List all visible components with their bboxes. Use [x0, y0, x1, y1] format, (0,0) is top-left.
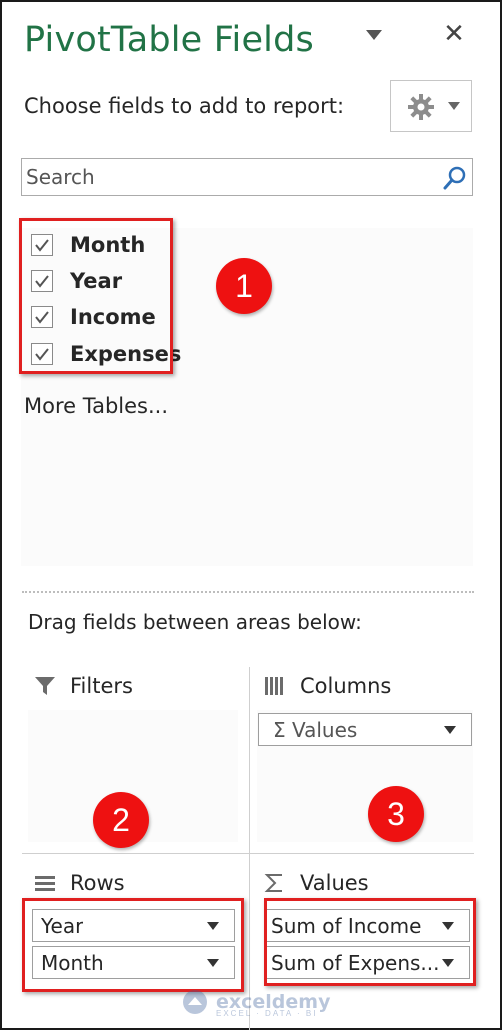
close-icon[interactable]: ✕: [440, 20, 468, 48]
columns-area-title: Columns: [264, 671, 391, 701]
rows-label: Rows: [70, 871, 125, 895]
field-label: Year: [70, 269, 123, 293]
field-label: Month: [70, 233, 146, 257]
chevron-down-icon[interactable]: [206, 958, 220, 968]
field-label: Expenses: [70, 342, 182, 366]
rows-icon: [35, 876, 55, 891]
columns-values-pill[interactable]: Σ Values: [258, 713, 472, 746]
columns-icon: [265, 677, 283, 695]
values-area-title: Values: [264, 868, 369, 898]
pill-label: Month: [41, 951, 104, 975]
chevron-down-icon[interactable]: [441, 958, 455, 968]
field-item-income[interactable]: Income: [31, 302, 156, 332]
field-label: Income: [70, 305, 156, 329]
chevron-down-icon[interactable]: [443, 725, 457, 735]
values-pill-sum-of-income[interactable]: Sum of Income: [264, 909, 470, 942]
pill-label: Σ Values: [273, 718, 358, 742]
gear-icon: [408, 94, 434, 120]
exceldemy-logo-icon: [183, 990, 207, 1014]
checkmark-icon: [35, 311, 49, 324]
values-pill-sum-of-expenses[interactable]: Sum of Expens...: [264, 946, 470, 979]
pill-label: Sum of Income: [271, 914, 422, 938]
field-item-month[interactable]: Month: [31, 230, 145, 260]
pill-label: Year: [41, 914, 84, 938]
more-tables-link[interactable]: More Tables...: [24, 394, 168, 418]
choose-fields-label: Choose fields to add to report:: [24, 94, 345, 118]
filters-label: Filters: [70, 674, 133, 698]
search-field-container: [21, 158, 473, 196]
rows-pill-year[interactable]: Year: [32, 909, 235, 942]
step-badge-2: 2: [93, 792, 149, 848]
step-badge-3: 3: [368, 786, 424, 842]
drag-fields-label: Drag fields between areas below:: [28, 610, 362, 634]
filter-icon: [35, 677, 55, 695]
field-item-year[interactable]: Year: [31, 266, 122, 296]
exceldemy-watermark: exceldemy EXCEL · DATA · BI: [180, 987, 330, 1018]
rows-pill-month[interactable]: Month: [32, 946, 235, 979]
sigma-icon: [264, 874, 282, 892]
field-item-expenses[interactable]: Expenses: [31, 339, 181, 369]
checkmark-icon: [35, 348, 49, 361]
checkmark-icon: [35, 275, 49, 288]
watermark-tagline: EXCEL · DATA · BI: [216, 1009, 318, 1018]
areas-horizontal-divider: [22, 853, 474, 854]
field-checkbox-expenses[interactable]: [31, 343, 53, 365]
values-label: Values: [300, 871, 369, 895]
chevron-down-icon[interactable]: [441, 921, 455, 931]
columns-label: Columns: [300, 674, 392, 698]
section-divider: [22, 591, 474, 593]
chevron-down-icon[interactable]: [206, 921, 220, 931]
field-checkbox-income[interactable]: [31, 306, 53, 328]
areas-vertical-divider: [249, 667, 250, 1030]
pivot-table-fields-pane: PivotTable Fields ✕ Choose fields to add…: [0, 0, 502, 1030]
pane-title: PivotTable Fields: [24, 20, 314, 60]
field-checkbox-month[interactable]: [31, 234, 53, 256]
field-checkbox-year[interactable]: [31, 270, 53, 292]
tools-button[interactable]: [390, 80, 472, 132]
step-badge-1: 1: [216, 258, 272, 314]
chevron-down-icon: [448, 102, 460, 110]
checkmark-icon: [35, 239, 49, 252]
search-icon[interactable]: [442, 165, 468, 191]
filters-area-title: Filters: [34, 671, 133, 701]
pill-label: Sum of Expens...: [271, 951, 440, 975]
search-input[interactable]: [26, 161, 426, 193]
rows-area-title: Rows: [34, 868, 125, 898]
pane-options-dropdown-icon[interactable]: [364, 28, 384, 42]
